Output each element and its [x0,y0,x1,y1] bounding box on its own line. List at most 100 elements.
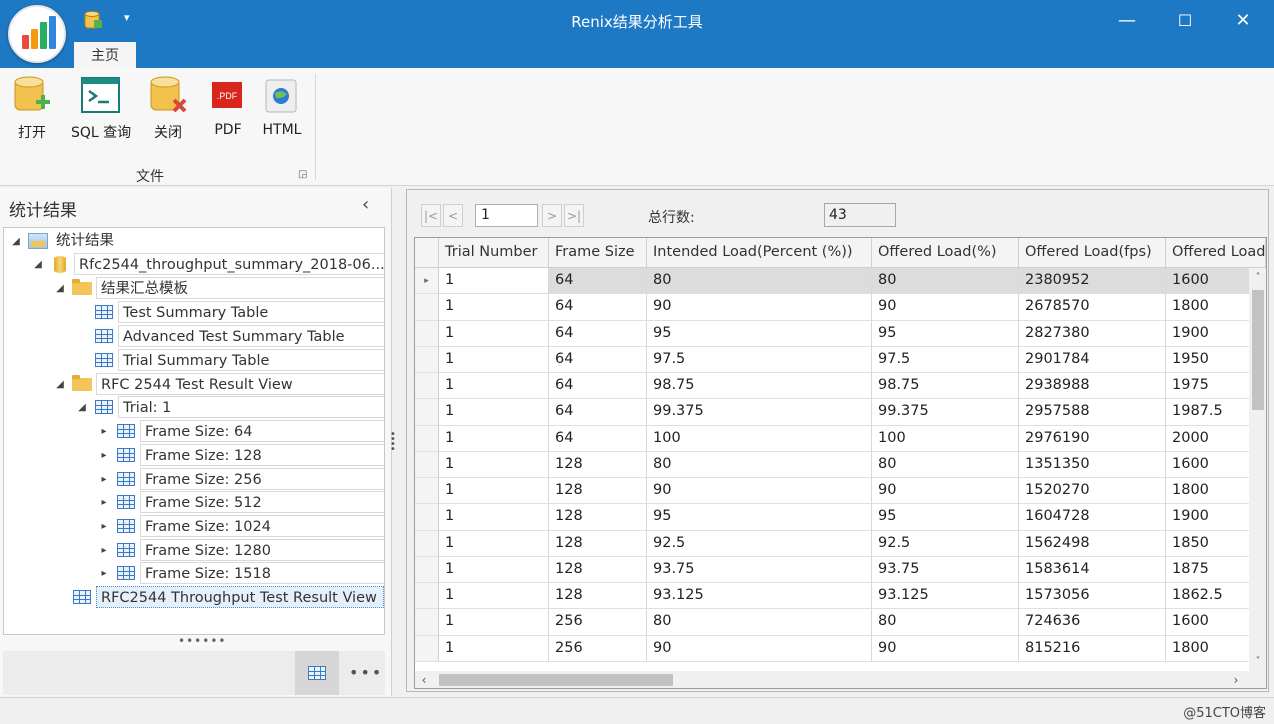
open-button[interactable]: 打开 [12,74,52,144]
table-cell[interactable]: 64 [549,346,647,373]
table-cell[interactable]: 1 [439,294,549,321]
panel-resize-grip[interactable]: •••••• [178,634,226,648]
table-cell[interactable]: 95 [647,320,872,347]
page-number-input[interactable]: 1 [475,204,538,227]
tree-node-rfc2544-result-view[interactable]: ◢ RFC 2544 Test Result View [54,373,384,395]
table-row[interactable]: 1 256 90 90 815216 1800 [415,635,1266,662]
table-cell[interactable]: 99.375 [872,399,1019,426]
horizontal-scroll-thumb[interactable] [439,674,673,686]
table-cell[interactable]: 90 [872,635,1019,662]
tab-home[interactable]: 主页 [74,42,136,68]
column-header-offered-load-pct[interactable]: Offered Load(%) [872,238,1019,268]
table-row[interactable]: 1 128 80 80 1351350 1600 [415,451,1266,478]
row-header[interactable] [415,346,439,373]
table-cell[interactable]: 2938988 [1019,373,1166,400]
first-page-button[interactable]: |< [421,204,441,227]
close-db-button[interactable]: 关闭 [148,74,188,144]
table-cell[interactable]: 128 [549,451,647,478]
row-header[interactable] [415,294,439,321]
tree-node-advanced-test-summary-table[interactable]: Advanced Test Summary Table [76,325,384,347]
table-cell[interactable]: 93.125 [872,583,1019,610]
table-cell[interactable]: 80 [872,451,1019,478]
tree-node-frame-size-128[interactable]: ▸ Frame Size: 128 [98,444,384,466]
table-cell[interactable]: 80 [647,609,872,636]
expand-arrow-icon[interactable]: ◢ [76,402,88,413]
app-logo-icon[interactable] [8,5,66,63]
quick-access-dropdown-icon[interactable]: ▾ [124,11,130,24]
table-cell[interactable]: 1 [439,609,549,636]
pdf-button[interactable]: .PDF PDF [208,74,248,144]
tree-node-root[interactable]: ◢ 统计结果 [10,230,118,252]
row-header[interactable] [415,504,439,531]
row-header[interactable] [415,399,439,426]
table-cell[interactable]: 1 [439,635,549,662]
column-header-trial-number[interactable]: Trial Number [439,238,549,268]
table-row[interactable]: 1 128 92.5 92.5 1562498 1850 [415,530,1266,557]
scroll-up-icon[interactable]: ˄ [1249,268,1266,286]
column-header-offered-load-more[interactable]: Offered Load( [1166,238,1266,268]
table-cell[interactable]: 1 [439,268,549,295]
row-header[interactable] [415,583,439,610]
scroll-right-icon[interactable]: › [1227,671,1245,688]
table-cell[interactable]: 64 [549,320,647,347]
expand-arrow-icon[interactable]: ◢ [54,283,66,294]
table-cell[interactable]: 92.5 [872,530,1019,557]
tree-node-throughput-result-view[interactable]: RFC2544 Throughput Test Result View [54,586,384,608]
table-cell[interactable]: 80 [647,451,872,478]
collapsed-arrow-icon[interactable]: ▸ [98,568,110,579]
table-cell[interactable]: 2901784 [1019,346,1166,373]
current-row-indicator-icon[interactable]: ▸ [415,268,439,295]
table-row[interactable]: 1 64 95 95 2827380 1900 [415,320,1266,347]
table-row[interactable]: 1 128 95 95 1604728 1900 [415,504,1266,531]
table-cell[interactable]: 1 [439,530,549,557]
table-cell[interactable]: 1573056 [1019,583,1166,610]
table-cell[interactable]: 128 [549,478,647,505]
table-cell[interactable]: 256 [549,635,647,662]
row-header[interactable] [415,425,439,452]
tree-node-summary-templates[interactable]: ◢ 结果汇总模板 [54,277,384,299]
tree-node-test-summary-table[interactable]: Test Summary Table [76,301,384,323]
expand-arrow-icon[interactable]: ◢ [54,379,66,390]
row-header[interactable] [415,530,439,557]
splitter-grip[interactable]: • • • • [390,430,396,455]
quick-access-open-icon[interactable] [84,10,102,30]
row-header[interactable] [415,373,439,400]
collapsed-arrow-icon[interactable]: ▸ [98,450,110,461]
table-cell[interactable]: 128 [549,556,647,583]
table-cell[interactable]: 64 [549,373,647,400]
prev-page-button[interactable]: < [443,204,463,227]
table-cell[interactable]: 2976190 [1019,425,1166,452]
table-cell[interactable]: 80 [872,268,1019,295]
table-cell[interactable]: 256 [549,609,647,636]
table-cell[interactable]: 1 [439,504,549,531]
table-cell[interactable]: 64 [549,399,647,426]
table-cell[interactable]: 92.5 [647,530,872,557]
table-row[interactable]: ▸ 1 64 80 80 2380952 1600 [415,268,1266,295]
scroll-left-icon[interactable]: ‹ [415,671,433,688]
table-cell[interactable]: 90 [872,294,1019,321]
row-header[interactable] [415,609,439,636]
table-cell[interactable]: 128 [549,504,647,531]
table-cell[interactable]: 1 [439,320,549,347]
vertical-scroll-thumb[interactable] [1252,290,1264,410]
tree-node-frame-size-512[interactable]: ▸ Frame Size: 512 [98,491,384,513]
row-header[interactable] [415,556,439,583]
row-header[interactable] [415,451,439,478]
table-cell[interactable]: 97.5 [647,346,872,373]
table-cell[interactable]: 1 [439,425,549,452]
table-cell[interactable]: 95 [872,320,1019,347]
table-cell[interactable]: 95 [647,504,872,531]
tree-node-frame-size-64[interactable]: ▸ Frame Size: 64 [98,420,384,442]
tree-node-trial-1[interactable]: ◢ Trial: 1 [76,396,384,418]
table-row[interactable]: 1 256 80 80 724636 1600 [415,609,1266,636]
table-cell[interactable]: 93.75 [647,556,872,583]
table-cell[interactable]: 1 [439,346,549,373]
expand-arrow-icon[interactable]: ◢ [10,236,22,247]
last-page-button[interactable]: >| [564,204,584,227]
tree-node-trial-summary-table[interactable]: Trial Summary Table [76,349,384,371]
tree-node-frame-size-256[interactable]: ▸ Frame Size: 256 [98,468,384,490]
sql-query-button[interactable]: SQL 查询 [71,74,131,144]
table-row[interactable]: 1 128 93.125 93.125 1573056 1862.5 [415,583,1266,610]
table-cell[interactable]: 64 [549,425,647,452]
table-view-button[interactable] [295,651,339,695]
